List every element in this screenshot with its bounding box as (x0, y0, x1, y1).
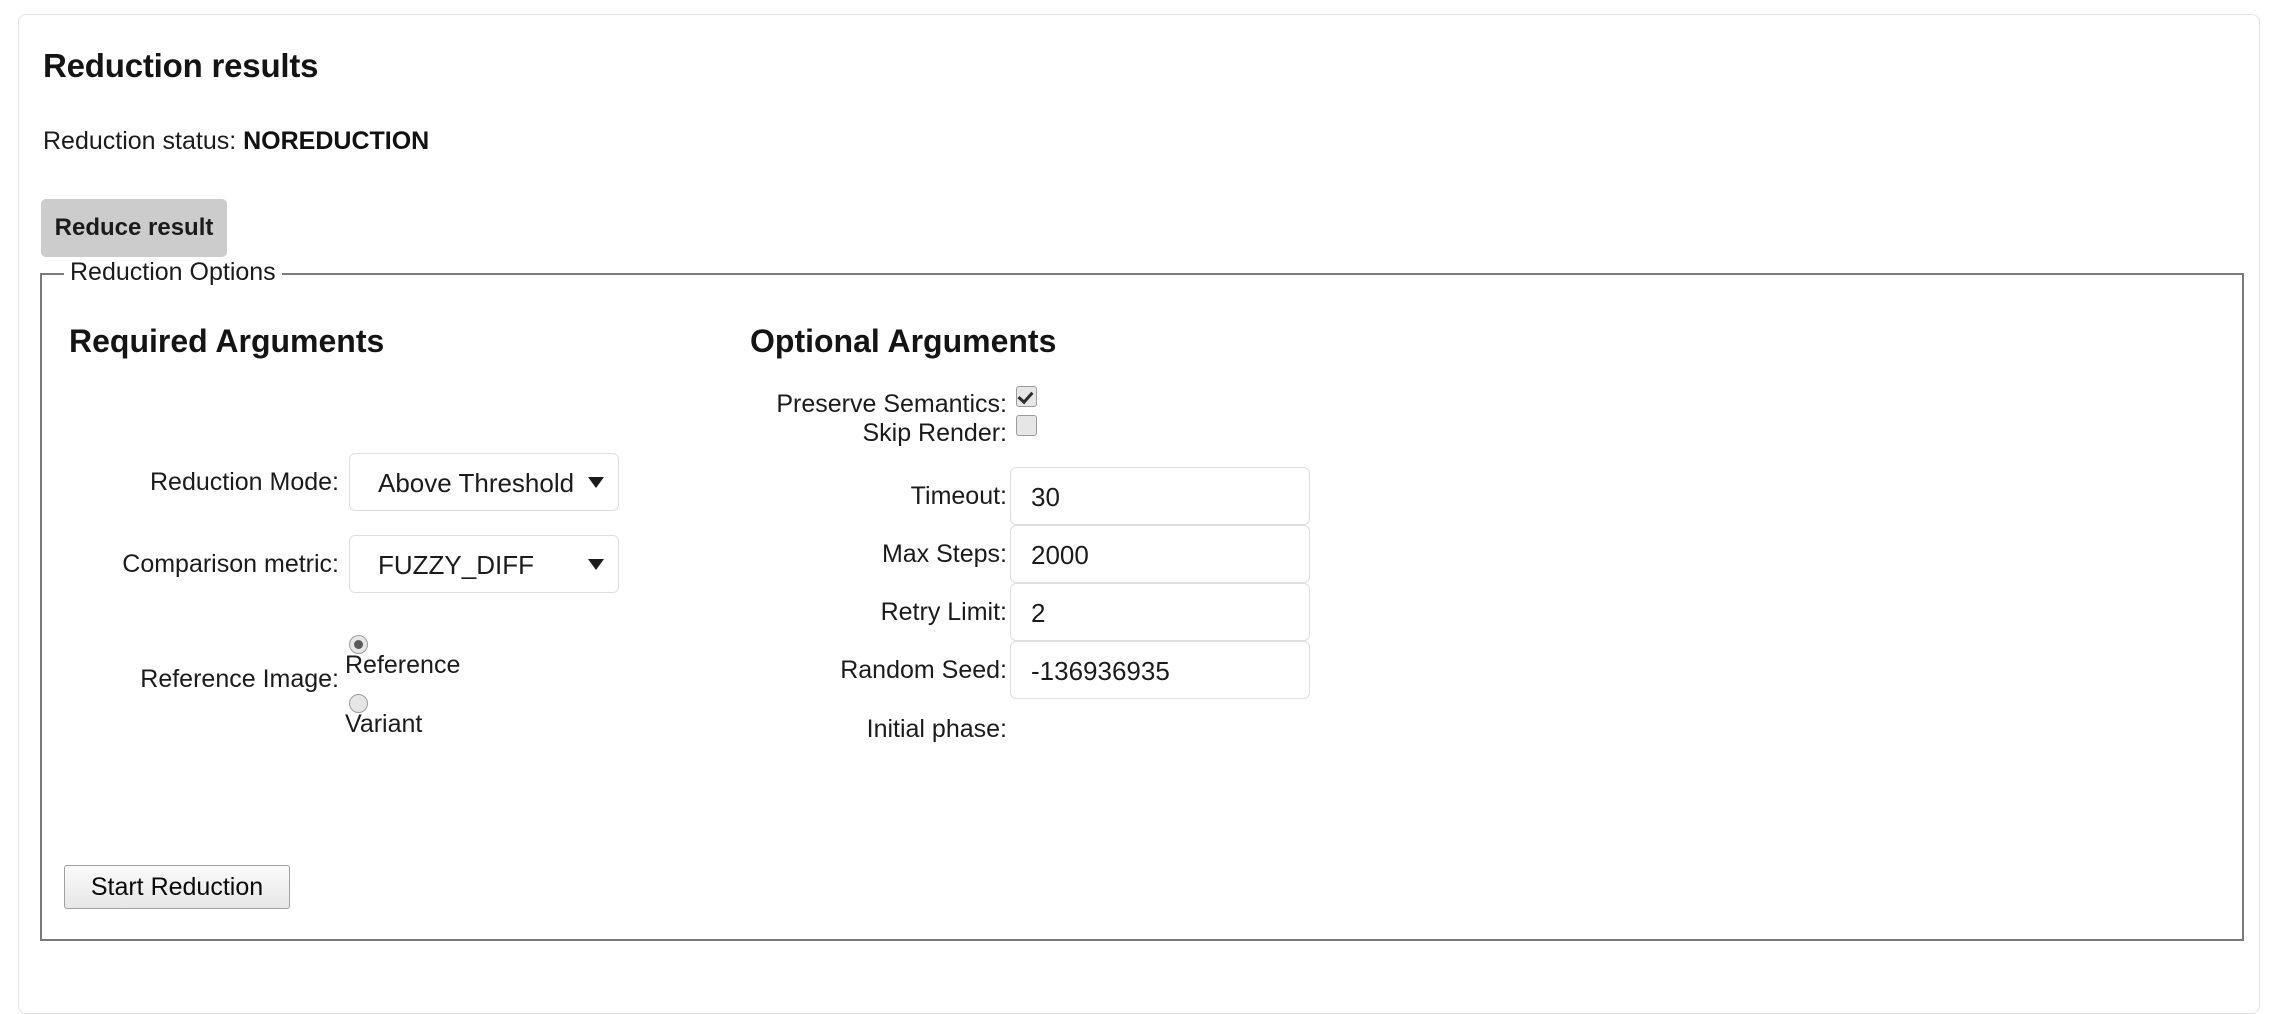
optional-arguments-column: Optional Arguments Preserve Semantics: S… (742, 275, 1542, 939)
start-reduction-button[interactable]: Start Reduction (64, 865, 290, 909)
random-seed-label: Random Seed: (840, 656, 1007, 684)
max-steps-label: Max Steps: (881, 540, 1007, 568)
retry-limit-value: 2 (1031, 598, 1046, 628)
reduce-result-button[interactable]: Reduce result (41, 199, 227, 257)
timeout-input[interactable]: 30 (1010, 467, 1310, 525)
timeout-label: Timeout: (910, 482, 1007, 510)
initial-phase-label: Initial phase: (866, 715, 1007, 743)
random-seed-value: -136936935 (1031, 656, 1170, 686)
chevron-down-icon (588, 477, 604, 488)
preserve-semantics-label: Preserve Semantics: (776, 390, 1007, 418)
reduction-options-fieldset: Reduction Options Required Arguments Red… (40, 258, 2244, 941)
reference-image-label: Reference Image: (140, 665, 339, 693)
reduction-mode-label: Reduction Mode: (149, 468, 339, 496)
reduction-mode-value: Above Threshold (378, 468, 575, 498)
optional-arguments-heading: Optional Arguments (750, 323, 1057, 359)
chevron-down-icon (588, 559, 604, 570)
page-title: Reduction results (43, 47, 319, 84)
preserve-semantics-checkbox[interactable] (1016, 386, 1037, 407)
max-steps-input[interactable]: 2000 (1010, 525, 1310, 583)
required-arguments-heading: Required Arguments (69, 323, 385, 359)
comparison-metric-label: Comparison metric: (122, 550, 339, 578)
reduction-status-label: Reduction status: (43, 127, 237, 155)
skip-render-checkbox[interactable] (1016, 415, 1037, 436)
skip-render-label: Skip Render: (862, 419, 1007, 447)
max-steps-value: 2000 (1031, 540, 1089, 570)
random-seed-input[interactable]: -136936935 (1010, 641, 1310, 699)
reduction-status-value: NOREDUCTION (243, 127, 430, 155)
reduction-results-card: Reduction results Reduction status: NORE… (18, 14, 2260, 1014)
comparison-metric-select[interactable]: FUZZY_DIFF (349, 535, 619, 593)
comparison-metric-value: FUZZY_DIFF (378, 550, 534, 580)
reference-image-option-reference-label: Reference (345, 651, 461, 679)
reference-image-option-variant-label: Variant (345, 710, 423, 738)
reduction-status: Reduction status: NOREDUCTION (43, 127, 429, 156)
retry-limit-input[interactable]: 2 (1010, 583, 1310, 641)
required-arguments-column: Required Arguments Reduction Mode: Above… (42, 275, 742, 939)
reduction-mode-select[interactable]: Above Threshold (349, 453, 619, 511)
timeout-value: 30 (1031, 482, 1060, 512)
retry-limit-label: Retry Limit: (880, 598, 1007, 626)
